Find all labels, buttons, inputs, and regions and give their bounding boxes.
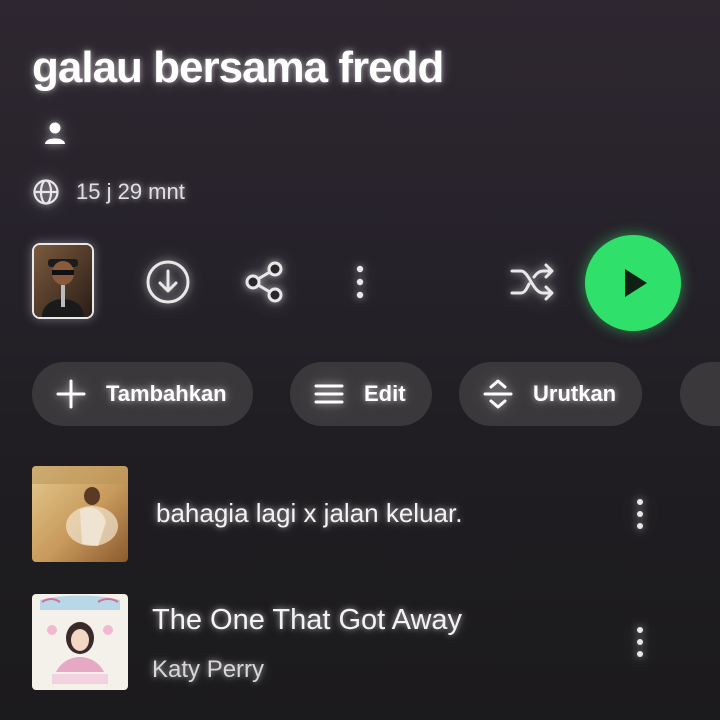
playlist-duration: 15 j 29 mnt <box>76 179 185 204</box>
sort-label: Urutkan <box>533 381 617 406</box>
edit-button[interactable]: Edit <box>290 362 432 426</box>
shuffle-button[interactable] <box>506 256 558 308</box>
more-chip[interactable] <box>680 362 720 426</box>
more-vertical-icon <box>637 499 643 529</box>
download-button[interactable] <box>142 256 194 308</box>
share-icon <box>245 261 283 303</box>
edit-label: Edit <box>364 381 406 406</box>
plus-icon <box>56 379 86 409</box>
action-chips: Tambahkan Edit Urutkan <box>32 362 720 426</box>
track-row[interactable]: The One That Got Away Katy Perry <box>32 594 692 690</box>
add-label: Tambahkan <box>106 381 227 406</box>
track-more-button[interactable] <box>624 620 656 664</box>
track-title: bahagia lagi x jalan keluar. <box>156 498 463 528</box>
playlist-title: galau bersama fredd <box>32 43 444 92</box>
add-button[interactable]: Tambahkan <box>32 362 253 426</box>
shuffle-icon <box>510 263 554 301</box>
album-art <box>32 594 128 690</box>
download-icon <box>146 260 190 304</box>
play-icon <box>625 269 647 297</box>
track-row[interactable]: bahagia lagi x jalan keluar. <box>32 466 692 562</box>
more-vertical-icon <box>356 265 364 299</box>
globe-icon <box>33 179 59 205</box>
play-button[interactable] <box>585 235 681 331</box>
more-options-button[interactable] <box>334 256 386 308</box>
share-button[interactable] <box>238 256 290 308</box>
track-title: The One That Got Away <box>152 604 463 636</box>
track-more-button[interactable] <box>624 492 656 536</box>
user-icon[interactable] <box>42 120 68 146</box>
more-vertical-icon <box>637 627 643 657</box>
track-artist: Katy Perry <box>152 656 265 683</box>
menu-icon <box>314 384 344 404</box>
album-art <box>32 466 128 562</box>
playlist-meta: 15 j 29 mnt <box>32 176 185 208</box>
sort-button[interactable]: Urutkan <box>459 362 643 426</box>
sort-icon <box>483 379 513 409</box>
playlist-cover[interactable] <box>32 243 94 319</box>
